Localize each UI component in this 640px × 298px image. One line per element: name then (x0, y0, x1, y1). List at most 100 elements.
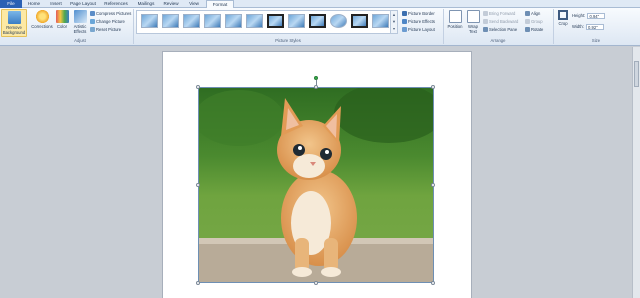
resize-handle-top[interactable] (314, 85, 318, 89)
rotate-button[interactable]: Rotate (525, 26, 543, 33)
width-input[interactable]: 0.92" (586, 23, 605, 30)
send-backward-icon (483, 19, 488, 25)
sun-icon (35, 10, 49, 23)
tab-references[interactable]: References (100, 0, 132, 8)
ribbon: Remove Background Corrections Color Arti… (0, 8, 640, 46)
color-palette-icon (55, 10, 69, 23)
wrap-text-label: Wrap Text (468, 24, 478, 34)
artistic-effects-button[interactable]: Artistic Effects (71, 9, 89, 37)
resize-handle-bottom[interactable] (314, 281, 318, 285)
resize-handle-top-right[interactable] (431, 85, 435, 89)
align-label: Align (531, 11, 541, 16)
picture-style-thumb[interactable] (288, 14, 305, 28)
height-field: Height: 0.94" (572, 12, 606, 19)
rotation-handle[interactable] (314, 76, 318, 80)
group-button[interactable]: Group (525, 18, 543, 25)
tab-home[interactable]: Home (24, 0, 44, 8)
bring-forward-label: Bring Forward (489, 11, 516, 16)
remove-background-button[interactable]: Remove Background (1, 9, 27, 37)
group-separator (133, 9, 134, 44)
picture-layout-button[interactable]: Picture Layout (402, 26, 435, 33)
position-button[interactable]: Position (446, 9, 464, 37)
picture-border-label: Picture Border (408, 11, 435, 16)
tab-view[interactable]: View (184, 0, 204, 8)
artistic-effects-label: Artistic Effects (73, 24, 87, 34)
picture-style-thumb[interactable] (162, 14, 179, 28)
group-separator (553, 9, 554, 44)
compress-label: Compress Pictures (96, 11, 132, 16)
resize-handle-bottom-left[interactable] (196, 281, 200, 285)
picture-style-thumb[interactable] (183, 14, 200, 28)
send-backward-button[interactable]: Send Backward (483, 18, 518, 25)
picture-effects-button[interactable]: Picture Effects (402, 18, 435, 25)
rotate-icon (525, 27, 530, 33)
selected-picture[interactable] (198, 87, 434, 283)
artistic-effects-icon (73, 10, 87, 23)
corrections-button[interactable]: Corrections (30, 9, 54, 37)
reset-picture-button[interactable]: Reset Picture (90, 26, 121, 33)
bring-forward-button[interactable]: Bring Forward (483, 10, 515, 17)
picture-effects-icon (402, 19, 407, 25)
picture-styles-gallery[interactable]: ▲ ▼ ▾ (136, 10, 398, 34)
compress-pictures-button[interactable]: Compress Pictures (90, 10, 131, 17)
tab-review[interactable]: Review (160, 0, 182, 8)
resize-handle-left[interactable] (196, 183, 200, 187)
kitten-photo (199, 88, 433, 282)
compress-icon (90, 11, 95, 17)
crop-button[interactable]: Crop (556, 9, 570, 37)
chevron-down-icon[interactable]: ▼ (391, 18, 397, 25)
change-picture-icon (90, 19, 95, 25)
remove-background-label: Remove Background (2, 25, 26, 35)
color-button[interactable]: Color (55, 9, 69, 37)
wrap-text-button[interactable]: Wrap Text (465, 9, 481, 37)
picture-style-thumb[interactable] (225, 14, 242, 28)
group-icon (525, 19, 530, 25)
gallery-scroll[interactable]: ▲ ▼ ▾ (390, 11, 397, 33)
change-label: Change Picture (96, 19, 125, 24)
selection-pane-button[interactable]: Selection Pane (483, 26, 517, 33)
resize-handle-top-left[interactable] (196, 85, 200, 89)
ribbon-tab-bar: File Home Insert Page Layout References … (0, 0, 640, 9)
height-input[interactable]: 0.94" (587, 12, 606, 19)
resize-handle-right[interactable] (431, 183, 435, 187)
more-icon[interactable]: ▾ (391, 25, 397, 32)
picture-border-button[interactable]: Picture Border (402, 10, 435, 17)
picture-effects-label: Picture Effects (408, 19, 435, 24)
group-label-adjust: Adjust (74, 38, 86, 43)
tab-page-layout[interactable]: Page Layout (68, 0, 98, 8)
tab-insert[interactable]: Insert (46, 0, 66, 8)
wrap-text-icon (466, 10, 480, 23)
reset-label: Reset Picture (96, 27, 122, 32)
picture-style-thumb[interactable] (141, 14, 158, 28)
picture-style-thumb[interactable] (246, 14, 263, 28)
picture-style-thumb[interactable] (372, 14, 389, 28)
align-icon (525, 11, 530, 17)
picture-style-thumb[interactable] (351, 14, 368, 28)
tab-mailings[interactable]: Mailings (134, 0, 158, 8)
reset-picture-icon (90, 27, 95, 33)
width-field: Width: 0.92" (572, 23, 605, 30)
crop-icon (558, 10, 568, 20)
change-picture-button[interactable]: Change Picture (90, 18, 125, 25)
picture-layout-icon (402, 27, 407, 33)
position-label: Position (447, 24, 463, 29)
picture-border-icon (402, 11, 407, 17)
crop-label: Crop (558, 21, 568, 26)
resize-handle-bottom-right[interactable] (431, 281, 435, 285)
picture-style-thumb[interactable] (267, 14, 284, 28)
chevron-up-icon[interactable]: ▲ (391, 11, 397, 18)
align-button[interactable]: Align (525, 10, 540, 17)
selection-pane-label: Selection Pane (489, 27, 518, 32)
picture-style-thumb[interactable] (330, 14, 347, 28)
position-icon (448, 10, 462, 23)
remove-background-icon (7, 11, 21, 24)
picture-style-thumb[interactable] (204, 14, 221, 28)
scrollbar-thumb[interactable] (634, 61, 639, 87)
width-label: Width: (572, 24, 584, 29)
send-backward-label: Send Backward (489, 19, 519, 24)
height-label: Height: (572, 13, 586, 18)
tab-file[interactable]: File (0, 0, 22, 8)
bring-forward-icon (483, 11, 488, 17)
picture-style-thumb[interactable] (309, 14, 326, 28)
vertical-scrollbar[interactable] (632, 47, 640, 298)
